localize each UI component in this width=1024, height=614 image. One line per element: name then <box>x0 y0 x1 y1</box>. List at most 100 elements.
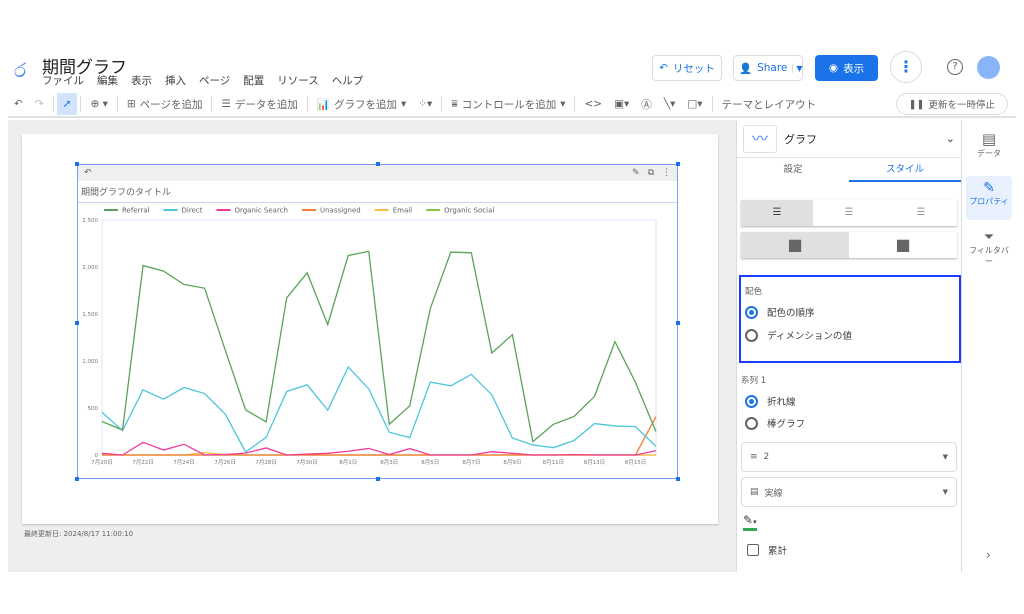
pause-updates-button[interactable]: ❚❚ 更新を一時停止 <box>895 93 1008 115</box>
more-vert-icon[interactable]: ⋮ <box>662 168 671 178</box>
dropdown-arrow-icon: ▼ <box>942 453 948 461</box>
shape-icon[interactable]: □▾ <box>681 93 708 115</box>
reset-button[interactable]: ↶ リセット <box>652 55 722 81</box>
more-options-icon[interactable]: ⋮ <box>890 51 922 83</box>
chevron-down-icon[interactable]: ⌄ <box>946 132 955 145</box>
menu-help[interactable]: ヘルプ <box>332 73 364 88</box>
menu-view[interactable]: 表示 <box>131 73 152 88</box>
menu-file[interactable]: ファイル <box>42 73 84 88</box>
add-data-label: データを追加 <box>234 98 298 111</box>
text-icon[interactable]: Ⓐ <box>635 93 658 115</box>
view-label: 表示 <box>843 62 865 75</box>
radio-unselected[interactable] <box>745 416 758 430</box>
legend-label[interactable]: Unassigned <box>320 207 361 215</box>
embed-code-icon[interactable]: <> <box>578 93 608 115</box>
radio-unselected[interactable] <box>745 328 758 342</box>
line-icon[interactable]: ╲▾ <box>658 93 682 115</box>
tab-style[interactable]: スタイル <box>849 158 961 182</box>
color-order-radio[interactable]: 配色の順序 <box>745 305 955 319</box>
menu-resource[interactable]: リソース <box>277 73 318 88</box>
line-radio[interactable]: 折れ線 <box>745 394 796 408</box>
line-label: 折れ線 <box>767 397 796 408</box>
align-center-icon[interactable]: ☰ <box>813 200 885 226</box>
cumulative-checkbox[interactable]: 累計 <box>747 543 787 557</box>
line-weight-select[interactable]: ≡ 2 ▼ <box>741 442 957 472</box>
theme-layout-button[interactable]: テーマとレイアウト <box>716 93 823 115</box>
menu-edit[interactable]: 編集 <box>97 73 118 88</box>
add-chart-label: グラフを追加 <box>333 98 397 111</box>
view-button[interactable]: ◉ 表示 <box>815 55 878 81</box>
sidebar-item-properties[interactable]: ✎ プロパティ <box>966 176 1012 220</box>
chart-header-bar: ↶ ✎ ⧉ ⋮ <box>78 165 677 181</box>
position-top-icon[interactable]: ■ <box>741 232 849 258</box>
sidebar-item-filter-bar[interactable]: ⏷ フィルタバー <box>966 230 1012 267</box>
series-section-label: 系列 1 <box>741 376 767 386</box>
chart-type-selector[interactable]: 〰 グラフ ⌄ <box>737 120 961 158</box>
series-line-referral[interactable] <box>101 250 657 443</box>
menu-page[interactable]: ページ <box>199 73 230 88</box>
legend-label[interactable]: Organic Search <box>234 207 288 215</box>
line-style-value: 実線 <box>764 488 783 499</box>
chevron-right-icon[interactable]: › <box>986 548 991 562</box>
share-button[interactable]: 👤 Share ▼ <box>733 55 803 81</box>
undo-icon[interactable]: ↶ <box>8 93 29 115</box>
dimension-values-label: ディメンションの値 <box>767 331 852 342</box>
x-tick-label: 8月15日 <box>625 459 647 466</box>
explore-icon[interactable]: ⧉ <box>648 168 654 178</box>
panel-tabs: 設定 スタイル <box>737 158 961 182</box>
radio-selected[interactable] <box>745 394 758 408</box>
add-page-button[interactable]: ⊞ ページを追加 <box>121 93 209 115</box>
filter-control-icon: ⩸ <box>451 97 458 110</box>
legend-label[interactable]: Email <box>393 207 412 215</box>
chart-type-label: グラフ <box>784 132 817 146</box>
tab-setup[interactable]: 設定 <box>737 158 849 182</box>
undo-icon[interactable]: ↶ <box>84 168 92 178</box>
zoom-icon[interactable]: ⊕ ▾ <box>84 93 113 115</box>
looker-studio-logo[interactable]: ර <box>14 58 26 82</box>
menu-arrange[interactable]: 配置 <box>243 73 264 88</box>
menu-insert[interactable]: 挿入 <box>165 73 186 88</box>
series-line-organic-search[interactable] <box>101 441 657 456</box>
align-left-icon[interactable]: ☰ <box>741 200 813 226</box>
line-style-select[interactable]: ▤ 実線 ▼ <box>741 477 957 507</box>
add-control-button[interactable]: ⩸ コントロールを追加 ▾ <box>445 93 571 115</box>
x-tick-label: 8月9日 <box>503 459 521 466</box>
redo-icon[interactable]: ↷ <box>29 93 50 115</box>
undo-icon: ↶ <box>659 62 668 74</box>
add-data-button[interactable]: ☰ データを追加 <box>215 93 303 115</box>
y-tick-label: 2,500 <box>82 218 98 224</box>
series-line-unassigned[interactable] <box>102 416 657 456</box>
legend-label[interactable]: Referral <box>122 207 150 215</box>
share-dropdown-icon[interactable]: ▼ <box>792 63 805 73</box>
select-cursor-icon[interactable]: ➚ <box>56 93 78 115</box>
x-tick-label: 7月26日 <box>214 459 236 466</box>
bar-radio[interactable]: 棒グラフ <box>745 416 805 430</box>
position-bottom-icon[interactable]: ■ <box>849 232 957 258</box>
sidebar-item-data[interactable]: ▤ データ <box>966 130 1012 159</box>
legend-label[interactable]: Direct <box>182 207 203 215</box>
legend-label[interactable]: Organic Social <box>444 207 494 215</box>
pause-icon: ❚❚ <box>908 98 925 110</box>
edit-pencil-icon[interactable]: ✎ <box>632 168 640 178</box>
line-color-picker[interactable]: ✎▾ <box>743 514 757 531</box>
align-right-icon[interactable]: ☰ <box>885 200 957 226</box>
series-line-direct[interactable] <box>101 365 657 453</box>
y-tick-label: 500 <box>88 406 99 412</box>
help-icon[interactable]: ? <box>947 59 963 75</box>
add-chart-button[interactable]: 📊 グラフを追加 ▾ <box>311 93 412 115</box>
community-viz-icon[interactable]: ⁘▾ <box>412 93 438 115</box>
y-tick-label: 1,000 <box>82 359 98 365</box>
sidebar-data-label: データ <box>977 149 1001 158</box>
y-tick-label: 1,500 <box>82 312 98 318</box>
color-section-label: 配色 <box>745 287 763 297</box>
x-tick-label: 8月5日 <box>421 459 439 466</box>
add-page-icon: ⊞ <box>126 98 136 110</box>
checkbox[interactable] <box>747 544 759 556</box>
eye-icon: ◉ <box>828 62 839 74</box>
radio-selected[interactable] <box>745 305 758 319</box>
dimension-values-radio[interactable]: ディメンションの値 <box>745 328 955 342</box>
avatar[interactable] <box>977 56 1000 79</box>
image-icon[interactable]: ▣▾ <box>608 93 635 115</box>
x-tick-label: 7月28日 <box>255 459 276 466</box>
x-tick-label: 8月13日 <box>584 459 606 466</box>
